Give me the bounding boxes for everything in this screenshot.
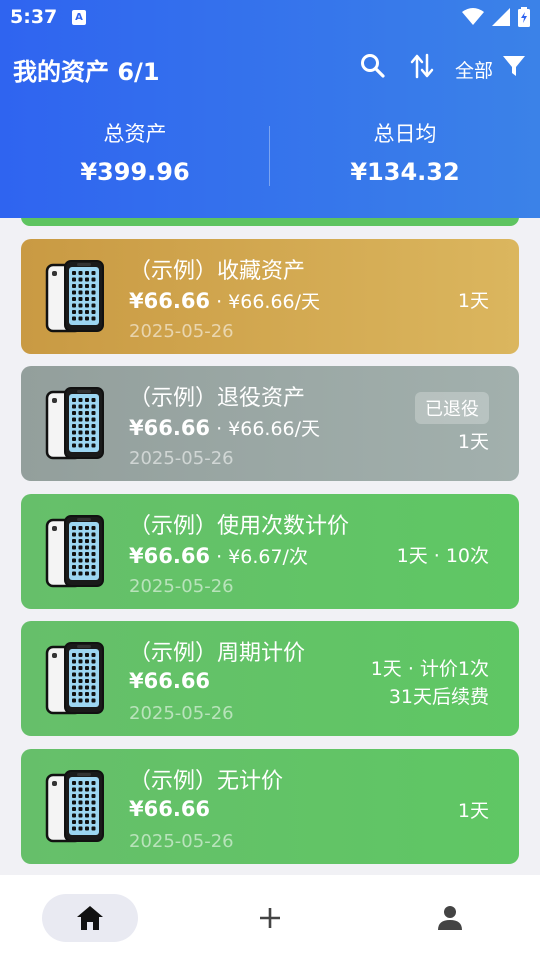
- asset-usage-info: 1天 · 10次: [396, 545, 489, 567]
- asset-price: ¥66.66: [129, 669, 210, 693]
- asset-card[interactable]: （示例）周期计价 ¥66.66 2025-05-26 1天 · 计价1次 31天后续费: [21, 621, 519, 736]
- daily-average-label: 总日均: [373, 122, 437, 146]
- retired-badge: 已退役: [415, 392, 489, 424]
- asset-price-rate: · ¥66.66/天: [210, 418, 321, 440]
- asset-name: （示例）无计价: [129, 769, 284, 794]
- search-button[interactable]: [359, 52, 387, 80]
- signal-icon: [492, 8, 510, 26]
- asset-name: （示例）退役资产: [129, 386, 306, 411]
- phone-icon: [45, 515, 104, 588]
- title-bar: 我的资产 6/1 全部: [0, 44, 540, 88]
- asset-list[interactable]: （示例）收藏资产 ¥66.66 · ¥66.66/天 2025-05-26 1天 （示…: [0, 218, 540, 875]
- phone-icon: [45, 770, 104, 843]
- filter-label[interactable]: 全部: [455, 56, 493, 83]
- asset-usage-info: 1天 · 计价1次: [370, 658, 489, 680]
- asset-card[interactable]: （示例）收藏资产 ¥66.66 · ¥66.66/天 2025-05-26 1天: [21, 239, 519, 354]
- search-icon: [361, 54, 385, 78]
- phone-icon: [45, 387, 104, 460]
- asset-image: [45, 641, 109, 717]
- app-header: 5:37 A 我的资产 6/1 全部 总资产 ¥399.96 总日均 ¥134.…: [0, 0, 540, 218]
- asset-price: ¥66.66: [129, 797, 210, 821]
- nav-profile-button[interactable]: [420, 894, 480, 942]
- asset-usage-info: 1天: [457, 431, 489, 453]
- asset-card[interactable]: （示例）无计价 ¥66.66 2025-05-26 1天: [21, 749, 519, 864]
- asset-price-value: ¥66.66: [129, 544, 211, 568]
- status-bar: 5:37 A: [0, 0, 540, 36]
- wifi-icon: [462, 8, 484, 25]
- asset-price-value: ¥66.66: [129, 289, 211, 313]
- daily-average: 总日均 ¥134.32: [270, 118, 540, 186]
- asset-card-partial[interactable]: [21, 218, 519, 226]
- asset-price-value: ¥66.66: [129, 416, 211, 440]
- asset-price-rate: · ¥6.67/次: [210, 546, 308, 568]
- asset-date: 2025-05-26: [129, 448, 234, 469]
- nav-add-button[interactable]: [240, 894, 300, 942]
- status-icons: [462, 7, 530, 27]
- daily-average-value: ¥134.32: [350, 158, 460, 186]
- asset-summary: 总资产 ¥399.96 总日均 ¥134.32: [0, 118, 540, 190]
- asset-name: （示例）周期计价: [129, 641, 306, 666]
- asset-image: [45, 386, 109, 462]
- asset-price: ¥66.66 · ¥6.67/次: [129, 542, 308, 569]
- asset-image: [45, 769, 109, 845]
- asset-renewal-info: 31天后续费: [388, 686, 489, 708]
- asset-price-value: ¥66.66: [129, 797, 211, 821]
- filter-icon: [503, 56, 525, 76]
- add-icon: [260, 908, 280, 928]
- phone-icon: [45, 260, 104, 333]
- asset-date: 2025-05-26: [129, 576, 234, 597]
- phone-icon: [45, 642, 104, 715]
- battery-icon: [518, 7, 530, 27]
- asset-image: [45, 259, 109, 335]
- asset-date: 2025-05-26: [129, 321, 234, 342]
- status-time: 5:37: [10, 6, 58, 28]
- asset-date: 2025-05-26: [129, 703, 234, 724]
- asset-image: [45, 514, 109, 590]
- total-assets-value: ¥399.96: [80, 158, 190, 186]
- sort-icon: [410, 53, 434, 79]
- app-notification-icon: A: [72, 10, 86, 25]
- person-icon: [438, 906, 462, 930]
- bottom-navigation: [0, 875, 540, 960]
- asset-price-rate: · ¥66.66/天: [210, 291, 321, 313]
- asset-name: （示例）使用次数计价: [129, 514, 350, 539]
- sort-button[interactable]: [408, 52, 436, 80]
- asset-usage-info: 1天: [457, 800, 489, 822]
- asset-card[interactable]: （示例）使用次数计价 ¥66.66 · ¥6.67/次 2025-05-26 1天 ·…: [21, 494, 519, 609]
- nav-home-button[interactable]: [42, 894, 138, 942]
- asset-name: （示例）收藏资产: [129, 259, 306, 284]
- total-assets-label: 总资产: [103, 122, 167, 146]
- page-title: 我的资产 6/1: [13, 58, 160, 86]
- asset-date: 2025-05-26: [129, 831, 234, 852]
- total-assets: 总资产 ¥399.96: [0, 118, 270, 186]
- asset-price: ¥66.66 · ¥66.66/天: [129, 414, 320, 441]
- asset-price: ¥66.66 · ¥66.66/天: [129, 287, 320, 314]
- asset-usage-info: 1天: [457, 290, 489, 312]
- filter-button[interactable]: [500, 52, 528, 80]
- asset-price-value: ¥66.66: [129, 669, 211, 693]
- asset-card[interactable]: （示例）退役资产 ¥66.66 · ¥66.66/天 2025-05-26 已退役 1天: [21, 366, 519, 481]
- home-icon: [77, 906, 103, 930]
